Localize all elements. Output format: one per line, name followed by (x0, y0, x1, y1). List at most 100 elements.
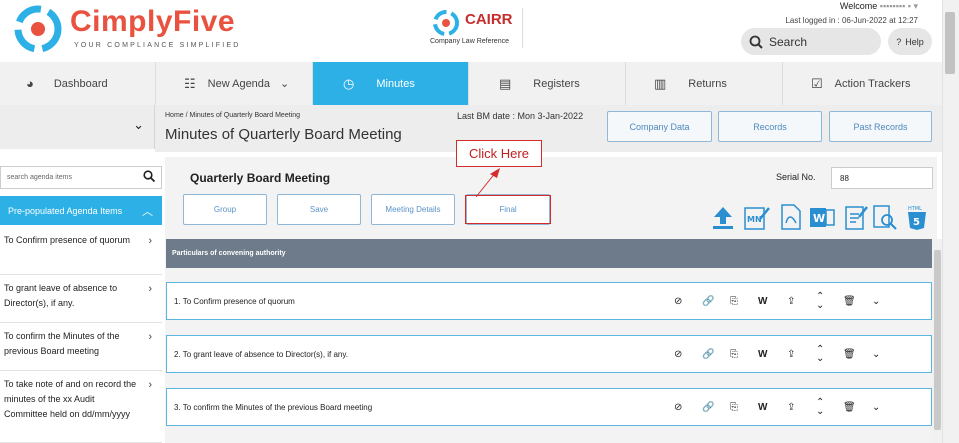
header-divider (522, 8, 523, 48)
page-title: Minutes of Quarterly Board Meeting (165, 126, 402, 143)
upload-icon[interactable]: ⇪ (787, 336, 795, 372)
nav-dashboard[interactable]: ◕ Dashboard (0, 62, 156, 105)
chevron-right-icon: › (148, 235, 152, 247)
agenda-item-label: To take note of and on record the minute… (4, 379, 137, 419)
agenda-item[interactable]: To take note of and on record the minute… (0, 371, 162, 443)
panel-scrollbar-thumb[interactable] (934, 250, 941, 430)
reorder-icon[interactable]: ⌃ ⌄ (816, 283, 824, 319)
nav-action-trackers[interactable]: ☑ Action Trackers (783, 62, 942, 105)
company-select[interactable]: ⌄ (0, 105, 155, 149)
prepopulated-agenda-toggle[interactable]: Pre-populated Agenda Items ︿ (0, 196, 162, 225)
nav-returns[interactable]: ▥ Returns (626, 62, 783, 105)
agenda-row-label: 2. To grant leave of absence to Director… (174, 349, 349, 359)
chevron-down-icon[interactable]: ⌄ (872, 389, 880, 425)
cairr-subtitle: Company Law Reference (430, 38, 509, 45)
nav-registers[interactable]: ▤ Registers (469, 62, 626, 105)
search-button[interactable]: Search (741, 28, 881, 55)
brand-logo: CimplyFive (70, 5, 236, 38)
reorder-icon[interactable]: ⌃ ⌄ (816, 389, 824, 425)
welcome-text: Welcome ▪▪▪▪▪▪▪▪ ▪ ▾ (839, 1, 918, 11)
nav-label: Registers (533, 77, 580, 90)
company-data-button[interactable]: Company Data (607, 111, 712, 142)
html5-icon[interactable]: HTML 5 (905, 203, 929, 231)
group-button[interactable]: Group (183, 194, 267, 225)
page-scrollbar-thumb[interactable] (945, 12, 955, 74)
agenda-row[interactable]: 3. To confirm the Minutes of the previou… (166, 388, 932, 426)
upload-icon[interactable]: ⇪ (787, 283, 795, 319)
records-button[interactable]: Records (718, 111, 822, 142)
last-logged-in: Last logged in : 06-Jun-2022 at 12:27 (785, 16, 918, 25)
link-icon[interactable]: 🔗 (702, 336, 714, 372)
save-button[interactable]: Save (277, 194, 361, 225)
pdf-icon[interactable]: ⎘ (730, 389, 738, 425)
app-header: CimplyFive YOUR COMPLIANCE SIMPLIFIED CA… (0, 0, 942, 62)
agenda-search-placeholder: search agenda items (7, 174, 72, 181)
block-icon[interactable]: ⊘ (674, 336, 682, 372)
trash-icon[interactable]: 🗑 (843, 283, 856, 319)
svg-text:W: W (813, 212, 825, 225)
agenda-row-label: 3. To confirm the Minutes of the previou… (174, 402, 373, 412)
nav-new-agenda[interactable]: ☷ New Agenda ⌄ (156, 62, 313, 105)
word-icon[interactable]: W (808, 203, 836, 231)
link-icon[interactable]: 🔗 (702, 389, 714, 425)
clock-icon: ◷ (343, 75, 355, 91)
prepop-label: Pre-populated Agenda Items (8, 205, 123, 216)
checklist-icon: ☑ (811, 75, 823, 91)
register-icon: ▤ (499, 75, 512, 91)
agenda-item-label: To Confirm presence of quorum (4, 235, 131, 245)
chevron-down-icon: ⌄ (280, 78, 290, 90)
chevron-right-icon: › (148, 283, 152, 295)
gauge-icon: ◕ (26, 76, 34, 91)
svg-text:MN: MN (747, 215, 762, 224)
cairr-title[interactable]: CAIRR (465, 11, 513, 28)
chevron-down-icon[interactable]: ⌄ (872, 336, 880, 372)
edit-minutes-icon[interactable]: MN (743, 203, 771, 231)
pdf-icon[interactable]: ⎘ (730, 336, 738, 372)
upload-icon[interactable]: ⇪ (787, 389, 795, 425)
serial-number-input[interactable]: 88 (831, 167, 933, 189)
question-icon: ? (896, 36, 902, 47)
word-icon[interactable]: W (758, 389, 767, 425)
upload-icon[interactable] (711, 205, 735, 231)
main-nav: ◕ Dashboard ☷ New Agenda ⌄ ◷ Minutes ▤ R… (0, 62, 942, 105)
search-icon (749, 35, 763, 49)
trash-icon[interactable]: 🗑 (843, 336, 856, 372)
agenda-item[interactable]: To grant leave of absence to Director(s)… (0, 275, 162, 323)
block-icon[interactable]: ⊘ (674, 389, 682, 425)
agenda-row[interactable]: 2. To grant leave of absence to Director… (166, 335, 932, 373)
preview-search-icon[interactable] (871, 203, 899, 231)
help-button-label: Help (905, 36, 924, 47)
callout-arrow (475, 168, 500, 198)
meeting-title: Quarterly Board Meeting (190, 171, 331, 185)
agenda-item[interactable]: To confirm the Minutes of the previous B… (0, 323, 162, 371)
agenda-search-input[interactable]: search agenda items (0, 166, 162, 189)
pdf-icon[interactable] (778, 203, 804, 231)
block-icon[interactable]: ⊘ (674, 283, 682, 319)
agenda-item-label: To grant leave of absence to Director(s)… (4, 283, 118, 308)
agenda-row[interactable]: 1. To Confirm presence of quorum ⊘ 🔗 ⎘ W… (166, 282, 932, 320)
chevron-up-icon: ︿ (142, 206, 153, 218)
chevron-down-icon[interactable]: ⌄ (872, 283, 880, 319)
past-records-button[interactable]: Past Records (829, 111, 932, 142)
help-button[interactable]: ? Help (888, 28, 932, 55)
trash-icon[interactable]: 🗑 (843, 389, 856, 425)
reorder-icon[interactable]: ⌃ ⌄ (816, 336, 824, 372)
meeting-details-button[interactable]: Meeting Details (371, 194, 455, 225)
checklist-doc-icon[interactable] (843, 203, 869, 231)
nav-label: New Agenda (207, 77, 271, 90)
word-icon[interactable]: W (758, 336, 767, 372)
last-bm-date: Last BM date : Mon 3-Jan-2022 (457, 111, 584, 121)
pdf-icon[interactable]: ⎘ (730, 283, 738, 319)
word-icon[interactable]: W (758, 283, 767, 319)
click-here-callout: Click Here (456, 140, 542, 167)
link-icon[interactable]: 🔗 (702, 283, 714, 319)
svg-text:5: 5 (913, 217, 920, 228)
cairr-logo-icon (433, 10, 459, 36)
breadcrumb[interactable]: Home / Minutes of Quarterly Board Meetin… (165, 112, 300, 119)
nav-minutes[interactable]: ◷ Minutes (313, 62, 469, 105)
particulars-header: Particulars of convening authority (166, 239, 932, 268)
list-icon: ☷ (184, 75, 196, 91)
nav-label: Returns (688, 77, 727, 90)
chevron-right-icon: › (148, 379, 152, 391)
agenda-item[interactable]: To Confirm presence of quorum › (0, 227, 162, 275)
